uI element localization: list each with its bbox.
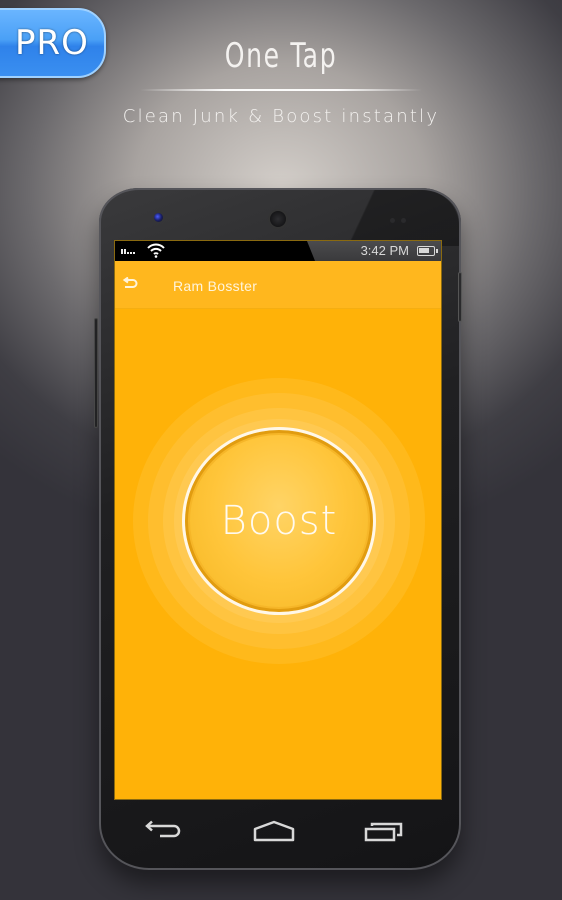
nav-bar <box>114 806 442 856</box>
front-camera <box>154 213 163 222</box>
nav-home-icon[interactable] <box>253 820 295 842</box>
wifi-icon <box>147 243 165 258</box>
boost-button[interactable]: Boost <box>182 427 376 615</box>
nav-back-icon[interactable] <box>144 820 182 842</box>
nav-recents-icon[interactable] <box>364 820 404 842</box>
battery-icon <box>417 246 438 256</box>
phone-screen: 3:42 PM Ram Bosster Boost <box>114 240 442 800</box>
phone-power-button <box>458 272 462 322</box>
boost-button-label: Boost <box>220 498 338 544</box>
earpiece-speaker <box>268 209 288 229</box>
phone-volume-button <box>94 318 98 428</box>
headline: One Tap <box>224 36 338 76</box>
app-title: Ram Bosster <box>173 278 258 294</box>
status-bar: 3:42 PM <box>115 241 441 261</box>
tagline: Clean Junk & Boost instantly <box>122 106 440 127</box>
status-time: 3:42 PM <box>360 243 409 258</box>
back-arrow-icon[interactable] <box>122 277 138 291</box>
light-sensor <box>401 218 406 223</box>
signal-icon <box>121 249 135 254</box>
app-bar: Ram Bosster <box>115 261 441 309</box>
divider <box>140 89 422 91</box>
proximity-sensor <box>390 218 395 223</box>
